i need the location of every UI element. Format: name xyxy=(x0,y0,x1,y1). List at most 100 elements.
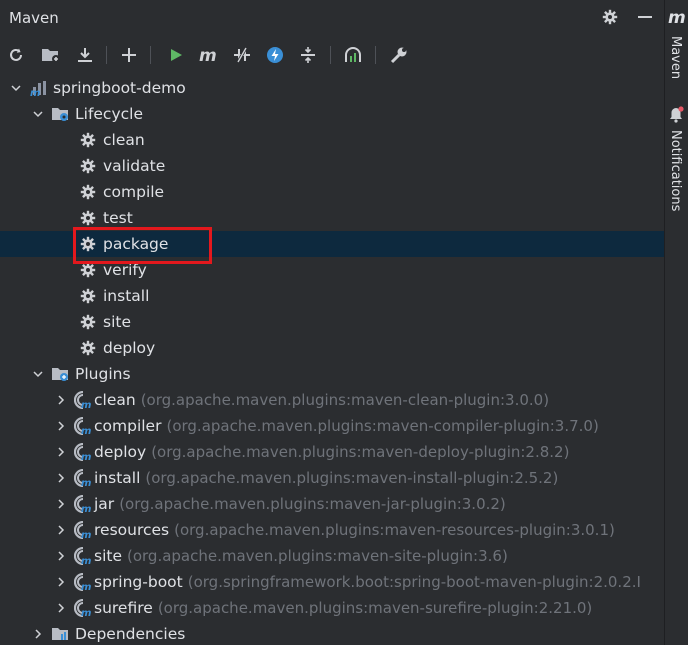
add-folder-icon[interactable] xyxy=(39,43,63,67)
maven-toolbar: m xyxy=(0,40,664,70)
tree-plugins-folder[interactable]: Plugins xyxy=(0,361,664,387)
toolbar-separator xyxy=(150,46,151,64)
collapse-all-icon[interactable] xyxy=(296,43,320,67)
chevron-right-icon[interactable] xyxy=(54,601,68,615)
tree-dependencies-folder[interactable]: Dependencies xyxy=(0,621,664,645)
plugins-folder-icon xyxy=(51,365,69,383)
plugin-row-spring-boot[interactable]: m spring-boot (org.springframework.boot:sp… xyxy=(0,569,664,595)
gear-icon xyxy=(79,131,97,149)
chevron-right-icon[interactable] xyxy=(54,471,68,485)
run-icon[interactable] xyxy=(164,43,188,67)
chevron-right-icon[interactable] xyxy=(54,393,68,407)
chevron-right-icon[interactable] xyxy=(54,419,68,433)
gear-icon xyxy=(79,287,97,305)
svg-text:m: m xyxy=(81,582,91,591)
maven-plugin-icon: m xyxy=(74,547,92,565)
gear-icon xyxy=(79,235,97,253)
gear-icon xyxy=(79,183,97,201)
settings-gear-icon[interactable] xyxy=(599,6,621,28)
plugin-row-resources[interactable]: m resources (org.apache.maven.plugins:mave… xyxy=(0,517,664,543)
goal-label: package xyxy=(103,235,169,253)
lifecycle-goal-deploy[interactable]: deploy xyxy=(0,335,664,361)
chevron-right-icon[interactable] xyxy=(54,523,68,537)
maven-project-icon: m xyxy=(29,79,47,97)
bell-icon xyxy=(668,106,684,128)
plugin-row-jar[interactable]: m jar (org.apache.maven.plugins:maven-jar-… xyxy=(0,491,664,517)
svg-text:m: m xyxy=(81,556,91,565)
gear-icon xyxy=(79,157,97,175)
chevron-right-icon[interactable] xyxy=(54,497,68,511)
reload-icon[interactable] xyxy=(4,43,28,67)
project-name: springboot-demo xyxy=(53,79,186,97)
chevron-down-icon[interactable] xyxy=(31,107,45,121)
plugin-name: resources xyxy=(94,521,170,539)
svg-text:m: m xyxy=(30,88,40,97)
download-icon[interactable] xyxy=(73,43,97,67)
plugin-name: install xyxy=(94,469,141,487)
lightning-icon[interactable] xyxy=(263,43,287,67)
window-title: Maven xyxy=(9,9,59,27)
plugin-coordinates: (org.apache.maven.plugins:maven-jar-plug… xyxy=(119,495,506,513)
chevron-right-icon[interactable] xyxy=(54,445,68,459)
goal-label: compile xyxy=(103,183,165,201)
gear-icon xyxy=(79,313,97,331)
plugin-name: deploy xyxy=(94,443,147,461)
maven-plugin-icon: m xyxy=(74,469,92,487)
lifecycle-goal-test[interactable]: test xyxy=(0,205,664,231)
dependencies-label: Dependencies xyxy=(75,625,186,643)
maven-plugin-icon: m xyxy=(74,521,92,539)
goal-label: verify xyxy=(103,261,147,279)
svg-text:m: m xyxy=(81,426,91,435)
plugin-name: spring-boot xyxy=(94,573,183,591)
plugin-coordinates: (org.apache.maven.plugins:maven-deploy-p… xyxy=(151,443,570,461)
plugin-row-deploy[interactable]: m deploy (org.apache.maven.plugins:maven-d… xyxy=(0,439,664,465)
gear-icon xyxy=(79,209,97,227)
lifecycle-goal-verify[interactable]: verify xyxy=(0,257,664,283)
plugin-coordinates: (org.apache.maven.plugins:maven-resource… xyxy=(174,521,615,539)
lifecycle-goal-validate[interactable]: validate xyxy=(0,153,664,179)
tree-lifecycle-folder[interactable]: Lifecycle xyxy=(0,101,664,127)
plugins-label: Plugins xyxy=(75,365,131,383)
chevron-right-icon[interactable] xyxy=(54,549,68,563)
lifecycle-goal-clean[interactable]: clean xyxy=(0,127,664,153)
plugin-name: site xyxy=(94,547,122,565)
goal-label: clean xyxy=(103,131,145,149)
goal-label: deploy xyxy=(103,339,156,357)
plugin-coordinates: (org.apache.maven.plugins:maven-compiler… xyxy=(166,417,599,435)
goal-label: validate xyxy=(103,157,166,175)
plugin-coordinates: (org.apache.maven.plugins:maven-install-… xyxy=(145,469,559,487)
notifications-tab-label: Notifications xyxy=(668,130,683,212)
toolbar-separator xyxy=(330,46,331,64)
maven-plugin-icon: m xyxy=(74,495,92,513)
settings-wrench-icon[interactable] xyxy=(387,43,411,67)
plus-icon[interactable] xyxy=(117,43,141,67)
maven-project-tree: m springboot-demo Lifecycle clean validat… xyxy=(0,75,664,645)
chevron-down-icon[interactable] xyxy=(9,81,23,95)
plugin-row-install[interactable]: m install (org.apache.maven.plugins:maven-… xyxy=(0,465,664,491)
maven-logo-icon: m xyxy=(668,8,686,28)
minimize-icon[interactable] xyxy=(634,6,656,28)
svg-text:m: m xyxy=(199,46,217,64)
lifecycle-goal-install[interactable]: install xyxy=(0,283,664,309)
svg-text:m: m xyxy=(81,504,91,513)
lifecycle-goal-site[interactable]: site xyxy=(0,309,664,335)
chevron-right-icon[interactable] xyxy=(31,627,45,641)
maven-plugin-icon: m xyxy=(74,443,92,461)
lifecycle-goal-compile[interactable]: compile xyxy=(0,179,664,205)
lifecycle-goal-package[interactable]: package xyxy=(0,231,664,257)
plugin-row-clean[interactable]: m clean (org.apache.maven.plugins:maven-cl… xyxy=(0,387,664,413)
chevron-down-icon[interactable] xyxy=(31,367,45,381)
maven-side-tab[interactable]: m Maven xyxy=(665,6,688,86)
chevron-right-icon[interactable] xyxy=(54,575,68,589)
maven-goal-icon[interactable]: m xyxy=(197,43,221,67)
show-dependencies-icon[interactable] xyxy=(341,43,365,67)
toolbar-separator xyxy=(106,46,107,64)
toggle-offline-icon[interactable] xyxy=(230,43,254,67)
notifications-side-tab[interactable]: Notifications xyxy=(665,106,688,226)
plugin-row-compiler[interactable]: m compiler (org.apache.maven.plugins:maven… xyxy=(0,413,664,439)
tree-project-root[interactable]: m springboot-demo xyxy=(0,75,664,101)
plugin-coordinates: (org.apache.maven.plugins:maven-clean-pl… xyxy=(140,391,550,409)
plugin-row-site[interactable]: m site (org.apache.maven.plugins:maven-sit… xyxy=(0,543,664,569)
plugin-row-surefire[interactable]: m surefire (org.apache.maven.plugins:maven… xyxy=(0,595,664,621)
svg-text:m: m xyxy=(81,608,91,617)
